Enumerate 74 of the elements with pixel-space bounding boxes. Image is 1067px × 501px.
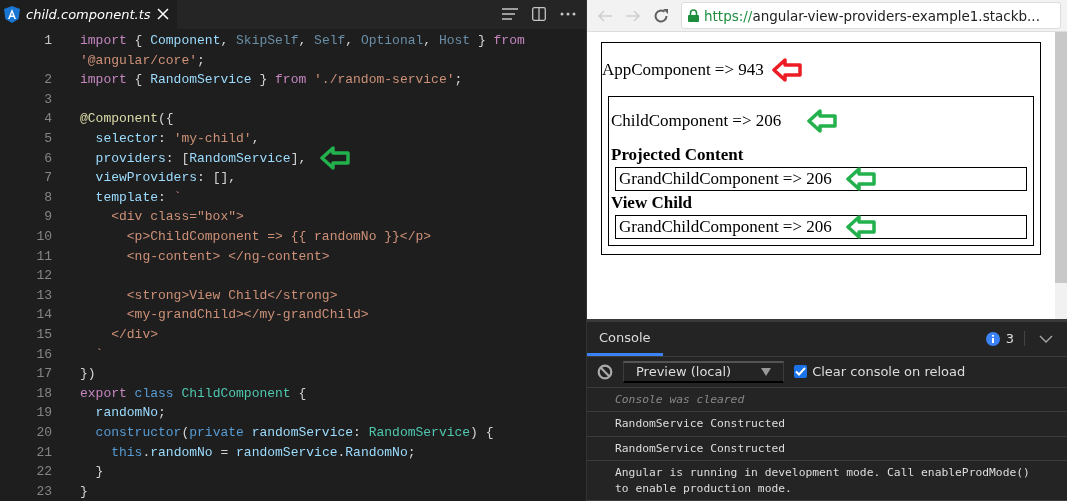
code-line: <ng-content> </ng-content> bbox=[125, 248, 330, 264]
info-icon bbox=[985, 331, 1000, 346]
line-number: 10 bbox=[35, 229, 52, 244]
line-number: 15 bbox=[35, 326, 52, 342]
code-line: providers: [RandomService], bbox=[94, 150, 307, 166]
angular-icon bbox=[4, 5, 20, 23]
code-line: viewProviders: [], bbox=[94, 170, 237, 186]
reload-icon[interactable] bbox=[653, 7, 669, 24]
code-line: } bbox=[80, 483, 88, 499]
code-line: this.randomNo = randomService.RandomNo; bbox=[110, 444, 416, 460]
split-editor-icon[interactable] bbox=[532, 7, 546, 22]
code-line: ` bbox=[94, 346, 104, 362]
context-dropdown[interactable]: Preview (local) bbox=[623, 360, 785, 383]
address-bar[interactable]: https://angular-view-providers-example1.stackb... bbox=[681, 2, 1061, 30]
dropdown-arrow-icon bbox=[761, 367, 772, 376]
code-line: import { RandomService } from './random-service'; bbox=[80, 72, 463, 88]
console-message: RandomService Constructed bbox=[587, 436, 1067, 461]
line-number: 18 bbox=[35, 385, 52, 401]
line-number: 14 bbox=[35, 307, 52, 323]
line-number: 23 bbox=[35, 483, 52, 499]
line-number: 5 bbox=[43, 131, 52, 146]
line-number: 19 bbox=[35, 405, 52, 421]
code-line: <strong>View Child</strong> bbox=[125, 287, 338, 303]
app-component-text: AppComponent => 943 bbox=[602, 60, 764, 81]
checkbox[interactable] bbox=[794, 365, 808, 378]
code-line: } bbox=[94, 464, 104, 480]
file-tab[interactable]: child.component.ts bbox=[0, 0, 177, 29]
line-number: 7 bbox=[43, 170, 52, 186]
console-message: Angular is running in development mode. Call enableProdMode() to enable production mode. bbox=[587, 461, 1067, 501]
lock-icon bbox=[688, 9, 699, 23]
line-number: 8 bbox=[43, 189, 52, 205]
code-line: constructor(private randomService: RandomService) { bbox=[94, 424, 494, 440]
code-line: selector: 'my-child', bbox=[94, 131, 260, 146]
line-number: 11 bbox=[35, 248, 52, 264]
code-line: export class ChildComponent { bbox=[80, 385, 307, 401]
code-line: <div class="box"> bbox=[110, 209, 244, 225]
checkbox-label: Clear console on reload bbox=[812, 364, 966, 379]
chevron-down-icon[interactable] bbox=[1039, 334, 1053, 343]
line-number: 12 bbox=[35, 268, 52, 284]
line-number: 6 bbox=[43, 150, 52, 166]
line-number: 22 bbox=[35, 464, 52, 480]
section-heading: Projected Content bbox=[611, 145, 745, 166]
line-number: 17 bbox=[35, 366, 52, 382]
code-line: <my-grandChild></my-grandChild> bbox=[125, 307, 369, 323]
line-number: 9 bbox=[43, 209, 52, 225]
code-line: '@angular/core'; bbox=[80, 52, 205, 68]
line-number: 3 bbox=[43, 91, 52, 107]
code-line: <p>ChildComponent => {{ randomNo }}</p> bbox=[125, 229, 432, 244]
line-number: 13 bbox=[35, 287, 52, 303]
line-number: 20 bbox=[35, 424, 52, 440]
info-count: 3 bbox=[1005, 331, 1025, 346]
grandchild-component-text: GrandChildComponent => 206 bbox=[619, 169, 832, 190]
code-line: </div> bbox=[110, 326, 158, 342]
grandchild-component-text: GrandChildComponent => 206 bbox=[619, 217, 832, 238]
line-number: 1 bbox=[43, 33, 52, 49]
code-line: randomNo; bbox=[94, 405, 166, 421]
clear-console-icon[interactable] bbox=[597, 363, 613, 380]
line-number: 4 bbox=[43, 111, 52, 127]
more-icon[interactable] bbox=[560, 12, 576, 17]
section-heading: View Child bbox=[611, 193, 694, 214]
console-message: Console was cleared bbox=[587, 387, 1067, 412]
child-component-text: ChildComponent => 206 bbox=[611, 111, 782, 132]
console-message: RandomService Constructed bbox=[587, 412, 1067, 437]
code-line: template: ` bbox=[94, 189, 182, 205]
lines-icon[interactable] bbox=[502, 8, 518, 21]
line-number: 2 bbox=[43, 72, 52, 88]
code-line: }) bbox=[80, 366, 96, 382]
code-line: @Component({ bbox=[80, 111, 174, 127]
line-number: 21 bbox=[35, 444, 52, 460]
line-number: 16 bbox=[35, 346, 52, 362]
close-icon[interactable] bbox=[156, 8, 169, 21]
console-tab[interactable]: Console bbox=[587, 321, 663, 356]
scrollbar-thumb[interactable] bbox=[1055, 32, 1067, 283]
code-line: import { Component, SkipSelf, Self, Optional, Host } from bbox=[80, 33, 525, 49]
